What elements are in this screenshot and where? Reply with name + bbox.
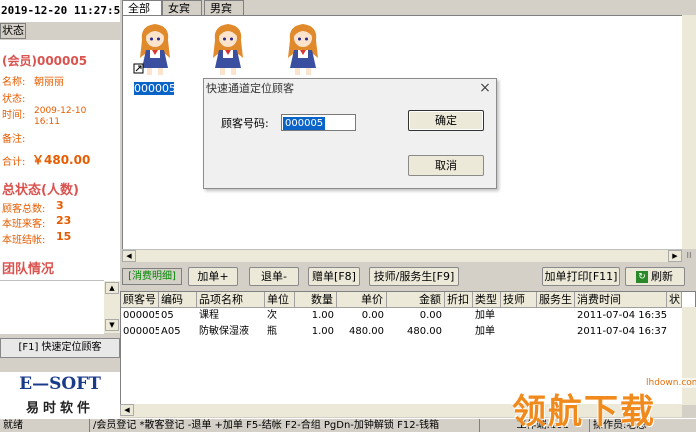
status-ready: 就绪: [0, 419, 90, 432]
summary-title: 总状态(人数): [2, 183, 79, 198]
ok-button[interactable]: 确定: [408, 110, 484, 131]
customer-number-label: 顾客号码:: [221, 117, 269, 130]
shift-arrived-value: 23: [56, 214, 72, 227]
left-panel: 2019-12-20 11:27:59 状态 (会员)000005 名称: 朝丽…: [0, 0, 120, 432]
quick-locate-button[interactable]: [F1] 快速定位顾客: [0, 338, 120, 358]
name-label: 名称:: [2, 77, 26, 88]
customers-total-label: 顾客总数:: [2, 204, 46, 215]
logo: E—SOFT 易时软件: [0, 372, 120, 418]
add-single-button[interactable]: 加单+: [188, 267, 238, 286]
customer-card-icon[interactable]: [280, 20, 326, 78]
close-icon[interactable]: ×: [478, 80, 492, 96]
cancel-button[interactable]: 取消: [408, 155, 484, 176]
member-id: (会员)000005: [2, 54, 88, 68]
refresh-label: 刷新: [651, 270, 673, 283]
team-title: 团队情况: [2, 262, 55, 277]
cell-time: 2011-07-04 16:37: [577, 326, 667, 337]
cell-qty: 1.00: [311, 326, 334, 337]
remark-label: 备注:: [2, 134, 26, 145]
cell-item: 防敏保湿液: [199, 326, 249, 337]
state-label: 状态:: [2, 94, 26, 105]
dialog-title: 快速通道定位顾客: [206, 82, 294, 95]
col-header[interactable]: 单位: [265, 292, 295, 308]
col-header[interactable]: 单价: [337, 292, 387, 308]
scroll-left-icon[interactable]: ◀: [120, 404, 134, 416]
tab-status[interactable]: 状态: [0, 23, 26, 39]
cell-customer-no: 000005: [123, 310, 159, 321]
tab-male[interactable]: 男宾: [204, 0, 244, 16]
watermark: 领航下载 lhdown.com: [506, 372, 696, 432]
cell-price: 480.00: [349, 326, 384, 337]
shift-closed-value: 15: [56, 230, 72, 243]
refresh-button[interactable]: ↻ 刷新: [625, 267, 685, 286]
cell-type: 加单: [475, 310, 495, 321]
tab-all[interactable]: 全部: [122, 0, 162, 16]
col-header[interactable]: 技师: [501, 292, 537, 308]
col-header[interactable]: 顾客号: [121, 292, 159, 308]
scroll-right-icon[interactable]: ▶: [668, 250, 682, 262]
customer-card-icon[interactable]: [205, 20, 251, 78]
col-header[interactable]: 编码: [159, 292, 197, 308]
customers-total-value: 3: [56, 199, 64, 212]
col-header[interactable]: 消费时间: [575, 292, 667, 308]
scroll-up-icon[interactable]: ▲: [105, 282, 119, 294]
col-header[interactable]: 品项名称: [197, 292, 265, 308]
time-value-date: 2009-12-10: [34, 106, 87, 116]
team-list-scrollbar[interactable]: ▲ ▼: [104, 281, 120, 333]
cell-qty: 1.00: [311, 310, 334, 321]
gift-single-button[interactable]: 赠单[F8]: [308, 267, 360, 286]
col-header[interactable]: 金额: [387, 292, 445, 308]
cards-vertical-scrollbar[interactable]: [682, 15, 696, 249]
col-header[interactable]: 类型: [473, 292, 501, 308]
cell-item: 课程: [199, 310, 219, 321]
team-list: [0, 280, 104, 334]
total-label: 合计:: [2, 157, 26, 168]
cell-type: 加单: [475, 326, 495, 337]
col-header[interactable]: 服务生: [537, 292, 575, 308]
time-value-clock: 16:11: [34, 117, 60, 127]
shift-closed-label: 本班结帐:: [2, 235, 46, 246]
scroll-left-icon[interactable]: ◀: [122, 250, 136, 262]
cell-customer-no: 000005: [123, 326, 159, 337]
customer-info-panel: (会员)000005 名称: 朝丽丽 状态: 时间: 2009-12-10 16…: [0, 40, 120, 285]
cell-time: 2011-07-04 16:35: [577, 310, 667, 321]
col-header[interactable]: 状: [667, 292, 682, 308]
watermark-url: lhdown.com: [646, 378, 696, 388]
tab-female[interactable]: 女宾: [162, 0, 202, 16]
cell-amount: 0.00: [419, 310, 442, 321]
cell-code: A05: [161, 326, 181, 337]
cell-code: 05: [161, 310, 174, 321]
total-value: ￥480.00: [32, 153, 91, 167]
customer-number-input[interactable]: 000005: [281, 114, 356, 131]
cards-horizontal-scrollbar[interactable]: ◀ ▶: [122, 249, 682, 262]
cell-unit: 瓶: [267, 326, 277, 337]
refresh-icon: ↻: [636, 271, 648, 283]
logo-name: 易时软件: [25, 401, 94, 416]
customer-card-icon[interactable]: [132, 20, 178, 78]
return-single-button[interactable]: 退单-: [249, 267, 299, 286]
cell-unit: 次: [267, 310, 277, 321]
technician-button[interactable]: 技师/服务生[F9]: [369, 267, 459, 286]
time-label: 时间:: [2, 110, 26, 121]
filter-tabs: 全部 女宾 男宾: [122, 0, 696, 16]
cell-amount: 480.00: [407, 326, 442, 337]
detail-label: [消费明细]: [122, 268, 182, 285]
cell-price: 0.00: [361, 310, 384, 321]
name-value: 朝丽丽: [34, 77, 64, 88]
col-header[interactable]: 折扣: [445, 292, 473, 308]
customer-number-value: 000005: [283, 117, 326, 130]
selected-card-label[interactable]: 000005: [134, 82, 176, 95]
status-hint: /会员登记 *散客登记 -退单 +加单 F5-结帐 F2-合组 PgDn-加钟解…: [90, 419, 480, 432]
resize-grip-icon: ⁝⁝: [682, 249, 696, 262]
add-print-button[interactable]: 加单打印[F11]: [542, 267, 620, 286]
clock-display: 2019-12-20 11:27:59: [0, 0, 120, 22]
shift-arrived-label: 本班来客:: [2, 219, 46, 230]
logo-brand: E—SOFT: [19, 374, 101, 394]
watermark-text: 领航下载: [512, 392, 656, 432]
scroll-down-icon[interactable]: ▼: [105, 319, 119, 331]
col-header[interactable]: 数量: [295, 292, 337, 308]
